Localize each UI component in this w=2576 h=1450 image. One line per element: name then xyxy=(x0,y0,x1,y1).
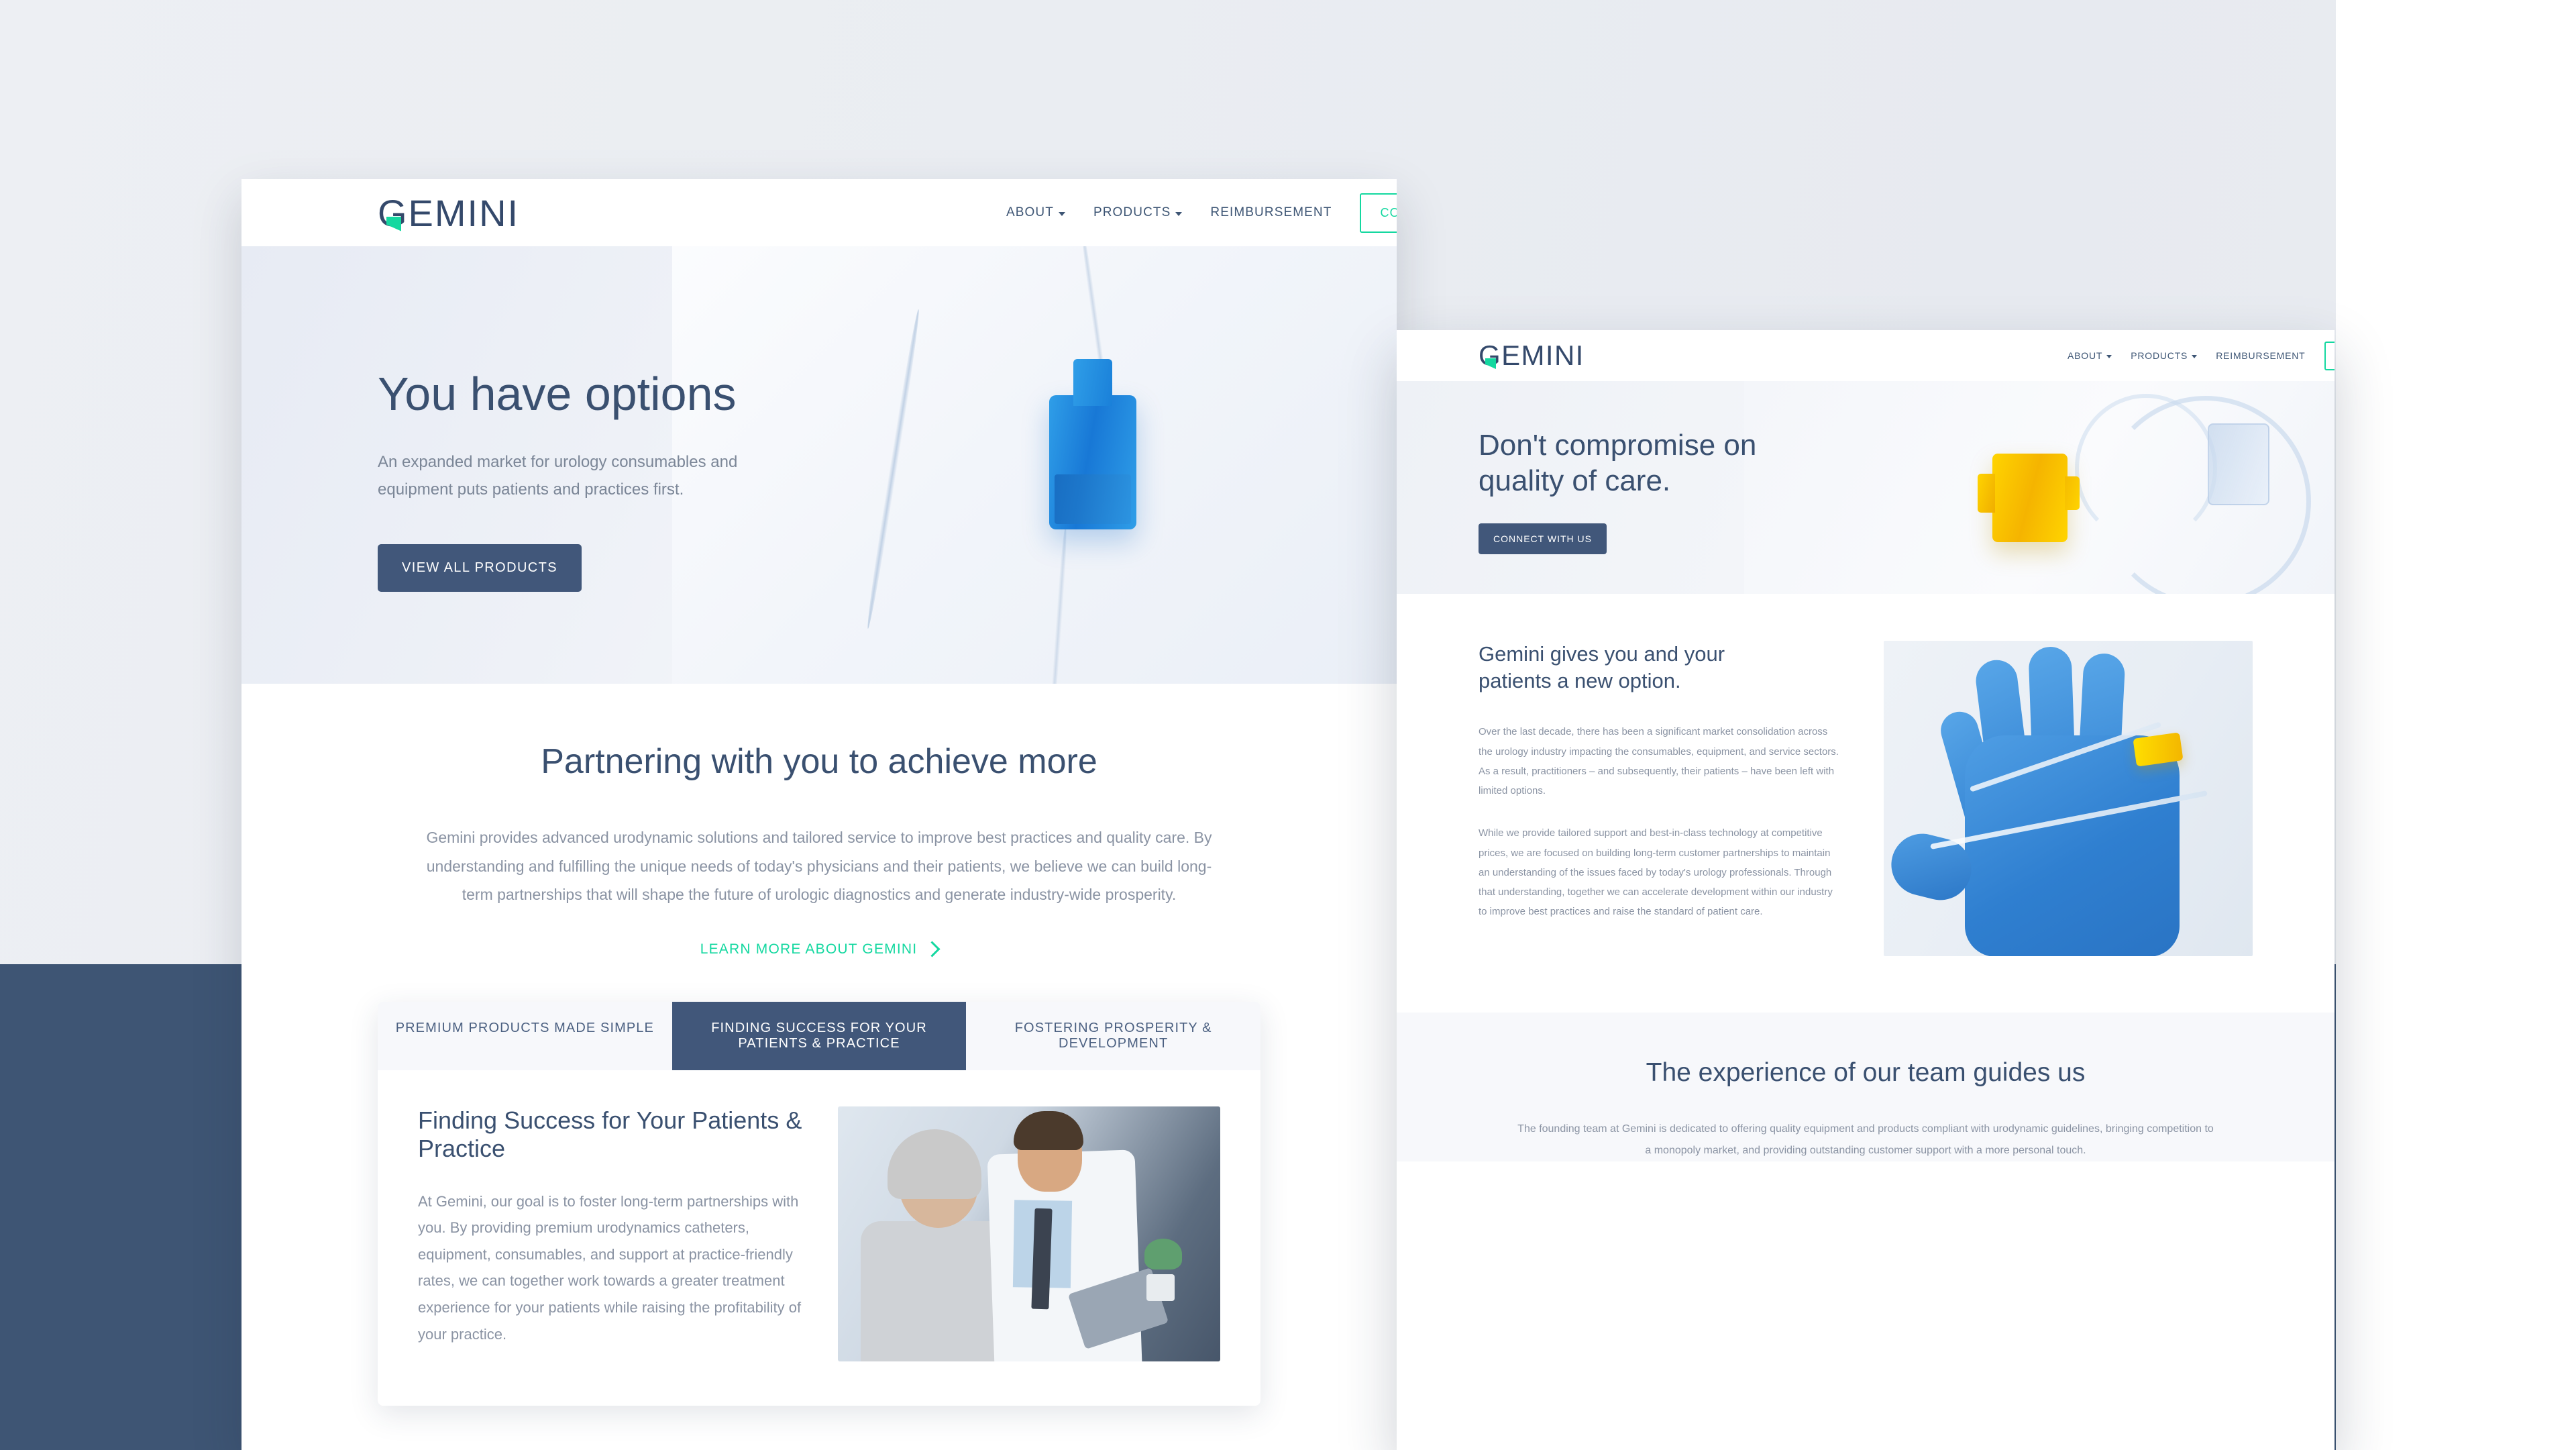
nav-label-products: PRODUCTS xyxy=(2131,350,2188,361)
tab-panel-image-doctor-patient xyxy=(838,1106,1220,1361)
chevron-right-icon xyxy=(924,941,941,957)
tab-panel-copy: Finding Success for Your Patients & Prac… xyxy=(418,1106,803,1348)
contact-button[interactable]: CONTACT xyxy=(1360,193,1397,233)
blue-connector-device xyxy=(1049,358,1136,529)
chevron-down-icon xyxy=(1175,211,1183,216)
tab-premium-products[interactable]: PREMIUM PRODUCTS MADE SIMPLE xyxy=(378,1002,672,1070)
hero-section-primary: You have options An expanded market for … xyxy=(241,246,1397,684)
backdrop-right-white-band xyxy=(2336,0,2576,1450)
contact-button[interactable]: CONTACT xyxy=(2324,341,2334,370)
nav-label-reimbursement: REIMBURSEMENT xyxy=(1210,205,1332,219)
logo-wordmark: GEMINI xyxy=(1479,340,1585,372)
glove-palm xyxy=(1965,735,2180,956)
tab-finding-success[interactable]: FINDING SUCCESS FOR YOUR PATIENTS & PRAC… xyxy=(672,1001,967,1070)
hero-title-line-2: quality of care. xyxy=(1479,464,1671,497)
doctor-hair xyxy=(1014,1111,1084,1151)
clear-connector-device xyxy=(2208,423,2270,506)
nav-item-about[interactable]: ABOUT xyxy=(1006,205,1065,220)
logo-wordmark: GEMINI xyxy=(378,191,519,235)
tab-panel-heading: Finding Success for Your Patients & Prac… xyxy=(418,1106,802,1162)
new-option-copy: Gemini gives you and your patients a new… xyxy=(1479,641,1841,956)
hero-subtitle: An expanded market for urology consumabl… xyxy=(378,453,738,499)
logo-gemini[interactable]: GEMINI xyxy=(1479,340,1585,372)
site-header-primary: GEMINI ABOUT PRODUCTS REIMBURSEMENT CONT… xyxy=(241,179,1397,246)
new-option-paragraph-1: Over the last decade, there has been a s… xyxy=(1479,726,1839,797)
learn-more-label: LEARN MORE ABOUT GEMINI xyxy=(700,941,918,957)
primary-navigation: ABOUT PRODUCTS REIMBURSEMENT CONTACT xyxy=(2068,330,2334,381)
new-option-heading-line-1: Gemini gives you and your xyxy=(1479,642,1725,666)
tube-decoration xyxy=(1049,526,1069,684)
partnering-body: Gemini provides advanced urodynamic solu… xyxy=(426,829,1212,904)
new-option-heading: Gemini gives you and your patients a new… xyxy=(1479,641,1841,694)
tabs-card: PREMIUM PRODUCTS MADE SIMPLE FINDING SUC… xyxy=(378,1001,1260,1406)
tab-panel-body: At Gemini, our goal is to foster long-te… xyxy=(418,1192,802,1343)
chevron-down-icon xyxy=(2192,355,2198,358)
nav-label-products: PRODUCTS xyxy=(1093,205,1171,219)
learn-more-link[interactable]: LEARN MORE ABOUT GEMINI xyxy=(700,941,941,957)
experience-section: The experience of our team guides us The… xyxy=(1397,1013,2334,1161)
partnering-section: Partnering with you to achieve more Gemi… xyxy=(241,684,1397,957)
nav-item-products[interactable]: PRODUCTS xyxy=(1093,205,1183,220)
tab-panel: Finding Success for Your Patients & Prac… xyxy=(378,1070,1260,1406)
plant-pot-decoration xyxy=(1146,1274,1175,1302)
chevron-down-icon xyxy=(1058,211,1065,216)
new-option-section: Gemini gives you and your patients a new… xyxy=(1397,594,2334,1013)
hero-copy-block: You have options An expanded market for … xyxy=(378,368,847,592)
nav-label-reimbursement: REIMBURSEMENT xyxy=(2216,350,2306,361)
tab-fostering-prosperity[interactable]: FOSTERING PROSPERITY & DEVELOPMENT xyxy=(966,1002,1260,1070)
browser-window-homepage: GEMINI ABOUT PRODUCTS REIMBURSEMENT CONT… xyxy=(241,179,1397,1450)
patient-body xyxy=(861,1221,1009,1361)
plant-decoration xyxy=(1144,1239,1182,1270)
experience-body: The founding team at Gemini is dedicated… xyxy=(1517,1123,2214,1156)
patient-hair xyxy=(888,1129,982,1199)
doctor-tie xyxy=(1031,1208,1053,1310)
nav-item-reimbursement[interactable]: REIMBURSEMENT xyxy=(1210,205,1332,220)
partnering-heading: Partnering with you to achieve more xyxy=(541,742,1097,781)
site-header-secondary: GEMINI ABOUT PRODUCTS REIMBURSEMENT CONT… xyxy=(1397,330,2334,381)
connect-with-us-button[interactable]: CONNECT WITH US xyxy=(1479,523,1607,554)
hero-title: Don't compromise on quality of care. xyxy=(1479,428,1854,499)
tube-decoration xyxy=(864,309,922,630)
tubing-coil-decoration xyxy=(2074,394,2217,543)
new-option-heading-line-2: patients a new option. xyxy=(1479,668,1681,692)
nav-label-about: ABOUT xyxy=(1006,205,1054,219)
hero-title: You have options xyxy=(378,368,737,420)
primary-navigation: ABOUT PRODUCTS REIMBURSEMENT CONTACT xyxy=(1006,179,1397,246)
new-option-image-gloved-hands xyxy=(1884,641,2253,956)
hero-section-secondary: Don't compromise on quality of care. CON… xyxy=(1397,381,2334,594)
view-all-products-button[interactable]: VIEW ALL PRODUCTS xyxy=(378,543,582,592)
browser-window-secondary: GEMINI ABOUT PRODUCTS REIMBURSEMENT CONT… xyxy=(1397,330,2334,1450)
nav-label-about: ABOUT xyxy=(2068,350,2103,361)
hero-copy-block: Don't compromise on quality of care. CON… xyxy=(1479,428,1854,554)
new-option-paragraph-2: While we provide tailored support and be… xyxy=(1479,827,1833,918)
nav-item-about[interactable]: ABOUT xyxy=(2068,350,2112,361)
logo-gemini[interactable]: GEMINI xyxy=(378,191,519,235)
yellow-connector-device xyxy=(1977,453,2080,542)
tab-bar: PREMIUM PRODUCTS MADE SIMPLE FINDING SUC… xyxy=(378,1001,1260,1070)
chevron-down-icon xyxy=(2106,355,2112,358)
nav-item-reimbursement[interactable]: REIMBURSEMENT xyxy=(2216,350,2305,361)
nav-item-products[interactable]: PRODUCTS xyxy=(2131,350,2198,361)
hero-title-line-1: Don't compromise on xyxy=(1479,429,1757,462)
experience-heading: The experience of our team guides us xyxy=(1646,1058,2086,1087)
